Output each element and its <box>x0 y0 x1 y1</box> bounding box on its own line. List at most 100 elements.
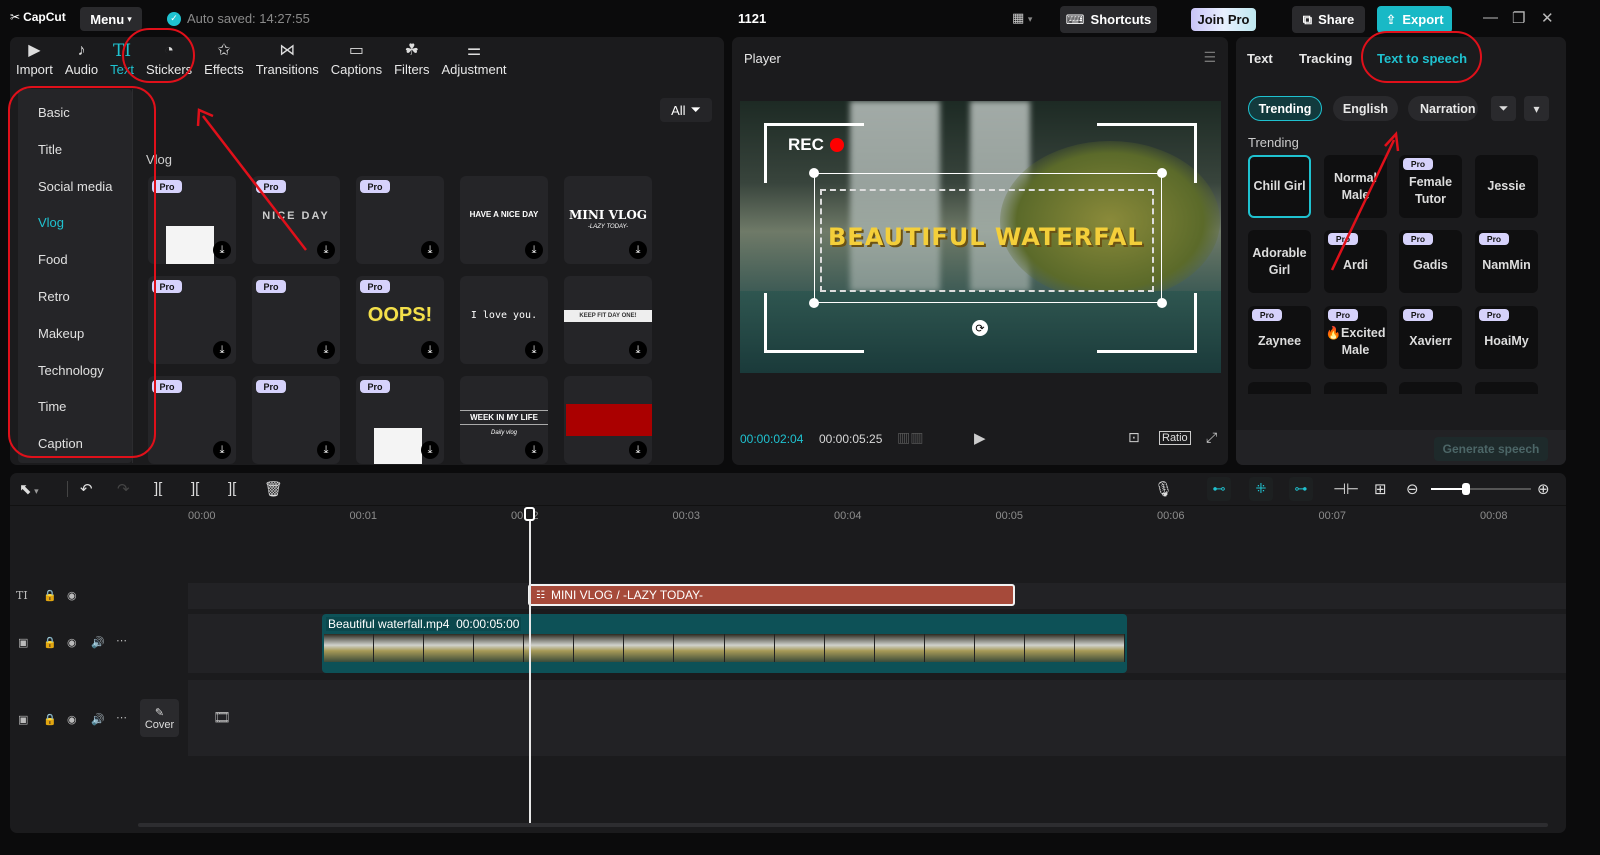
template-tile[interactable]: Pro ⤓ <box>252 276 340 364</box>
resize-handle[interactable] <box>809 168 819 178</box>
horizontal-scrollbar[interactable] <box>138 823 1548 827</box>
audio-icon[interactable]: 🔊 <box>91 713 105 726</box>
filter-english[interactable]: English <box>1333 96 1398 121</box>
restore-icon[interactable]: ❐ <box>1512 9 1525 27</box>
play-icon[interactable]: ▶ <box>974 429 986 447</box>
eye-icon[interactable]: ◉ <box>67 636 77 649</box>
template-tile[interactable]: ⤓ <box>564 376 652 464</box>
close-icon[interactable]: ✕ <box>1541 9 1554 27</box>
video-clip[interactable]: Beautiful waterfall.mp4 00:00:05:00 <box>322 614 1127 673</box>
split-left-icon[interactable]: ][ <box>191 480 199 497</box>
tab-tracking[interactable]: Tracking <box>1299 51 1352 66</box>
download-icon[interactable]: ⤓ <box>629 441 647 459</box>
filter-all-button[interactable]: All ⏷ <box>660 98 712 122</box>
lock-icon[interactable]: 🔒 <box>43 713 57 726</box>
select-tool-icon[interactable]: ⬉ ▾ <box>19 480 39 498</box>
download-icon[interactable]: ⤓ <box>213 241 231 259</box>
category-title[interactable]: Title <box>38 142 62 157</box>
more-icon[interactable]: ⋯ <box>116 711 127 724</box>
template-tile[interactable]: Pro NICE DAY ⤓ <box>252 176 340 264</box>
tool-captions[interactable]: ▭ Captions <box>325 37 388 81</box>
join-pro-button[interactable]: Join Pro <box>1191 8 1256 31</box>
filter-trending[interactable]: Trending <box>1248 96 1322 121</box>
shortcuts-button[interactable]: ⌨ Shortcuts <box>1060 6 1157 33</box>
template-tile[interactable]: Pro ⤓ <box>148 276 236 364</box>
more-icon[interactable]: ⋯ <box>116 634 127 647</box>
template-tile[interactable]: I love you. ⤓ <box>460 276 548 364</box>
tool-text[interactable]: TI Text <box>104 37 140 81</box>
preview-axis-icon[interactable]: ⊣⊢ <box>1333 480 1359 498</box>
delete-icon[interactable]: 🗑 <box>264 480 283 498</box>
template-tile[interactable]: WEEK IN MY LIFE Daily vlog ⤓ <box>460 376 548 464</box>
resize-handle[interactable] <box>809 298 819 308</box>
resize-handle[interactable] <box>1157 298 1167 308</box>
template-tile[interactable]: Pro ⤓ <box>356 176 444 264</box>
tool-transitions[interactable]: ⋈ Transitions <box>250 37 325 81</box>
category-social-media[interactable]: Social media <box>38 179 112 194</box>
resize-handle[interactable] <box>1157 168 1167 178</box>
download-icon[interactable]: ⤓ <box>525 341 543 359</box>
voice-card-partial[interactable] <box>1475 382 1538 394</box>
voice-card[interactable]: Pro Zaynee <box>1248 306 1311 369</box>
voice-card[interactable]: Chill Girl <box>1248 155 1311 218</box>
split-icon[interactable]: ][ <box>154 480 162 497</box>
category-caption[interactable]: Caption <box>38 436 83 451</box>
download-icon[interactable]: ⤓ <box>525 241 543 259</box>
ratio-button[interactable]: Ratio <box>1159 431 1191 445</box>
download-icon[interactable]: ⤓ <box>213 341 231 359</box>
voice-card[interactable]: Pro NamMin <box>1475 230 1538 293</box>
zoom-slider[interactable] <box>1431 483 1531 495</box>
audio-icon[interactable]: 🔊 <box>91 636 105 649</box>
voice-card-partial[interactable] <box>1399 382 1462 394</box>
template-tile[interactable]: MINI VLOG -LAZY TODAY- ⤓ <box>564 176 652 264</box>
download-icon[interactable]: ⤓ <box>317 241 335 259</box>
eye-icon[interactable]: ◉ <box>67 589 77 602</box>
zoom-slider-knob[interactable] <box>1462 483 1470 495</box>
minimize-icon[interactable]: — <box>1483 9 1498 26</box>
link-clips-icon[interactable]: ⊶ <box>1289 477 1313 501</box>
tool-effects[interactable]: ✩ Effects <box>198 37 250 81</box>
zoom-preview-icon[interactable]: ⊡ <box>1128 429 1140 446</box>
tool-audio[interactable]: ♪ Audio <box>59 37 104 81</box>
chevron-down-icon[interactable]: ▾ <box>1524 96 1549 121</box>
zoom-in-icon[interactable]: ⊕ <box>1537 480 1550 498</box>
voice-card-partial[interactable] <box>1248 382 1311 394</box>
voice-card[interactable]: Normal Male <box>1324 155 1387 218</box>
download-icon[interactable]: ⤓ <box>629 241 647 259</box>
download-icon[interactable]: ⤓ <box>317 441 335 459</box>
template-tile[interactable]: KEEP FIT DAY ONE! ⤓ <box>564 276 652 364</box>
tab-text-to-speech[interactable]: Text to speech <box>1377 51 1467 66</box>
filter-narration[interactable]: Narration <box>1408 96 1478 121</box>
eye-icon[interactable]: ◉ <box>67 713 77 726</box>
category-vlog[interactable]: Vlog <box>38 215 64 230</box>
category-retro[interactable]: Retro <box>38 289 70 304</box>
voice-card[interactable]: Pro 🔥Excited Male <box>1324 306 1387 369</box>
tool-stickers[interactable]: ◔ Stickers <box>140 37 198 81</box>
voice-card[interactable]: Pro Xavierr <box>1399 306 1462 369</box>
template-tile[interactable]: Pro ⤓ <box>252 376 340 464</box>
template-tile[interactable]: Pro OOPS! ⤓ <box>356 276 444 364</box>
download-icon[interactable]: ⤓ <box>213 441 231 459</box>
generate-speech-button[interactable]: Generate speech <box>1434 437 1548 461</box>
voice-card[interactable]: Pro Ardi <box>1324 230 1387 293</box>
auto-snap-icon[interactable]: ⁜ <box>1249 477 1273 501</box>
menu-button[interactable]: Menu ▾ <box>80 7 142 31</box>
playhead[interactable] <box>529 511 531 823</box>
tab-text[interactable]: Text <box>1247 51 1273 66</box>
voice-card[interactable]: Pro Female Tutor <box>1399 155 1462 218</box>
download-icon[interactable]: ⤓ <box>421 241 439 259</box>
category-food[interactable]: Food <box>38 252 68 267</box>
category-makeup[interactable]: Makeup <box>38 326 84 341</box>
lock-icon[interactable]: 🔒 <box>43 636 57 649</box>
category-basic[interactable]: Basic <box>38 105 70 120</box>
cover-button[interactable]: ✎ Cover <box>140 699 179 737</box>
main-track-magnet-icon[interactable]: ⊷ <box>1207 477 1231 501</box>
template-tile[interactable]: Pro ⤓ <box>148 176 236 264</box>
voice-card[interactable]: Jessie <box>1475 155 1538 218</box>
tool-adjustment[interactable]: ⚌ Adjustment <box>436 37 513 81</box>
voice-card[interactable]: Adorable Girl <box>1248 230 1311 293</box>
playhead-handle[interactable] <box>524 507 535 521</box>
category-time[interactable]: Time <box>38 399 66 414</box>
rotate-handle-icon[interactable]: ⟳ <box>972 320 988 336</box>
export-button[interactable]: ⇪ Export <box>1377 6 1452 33</box>
